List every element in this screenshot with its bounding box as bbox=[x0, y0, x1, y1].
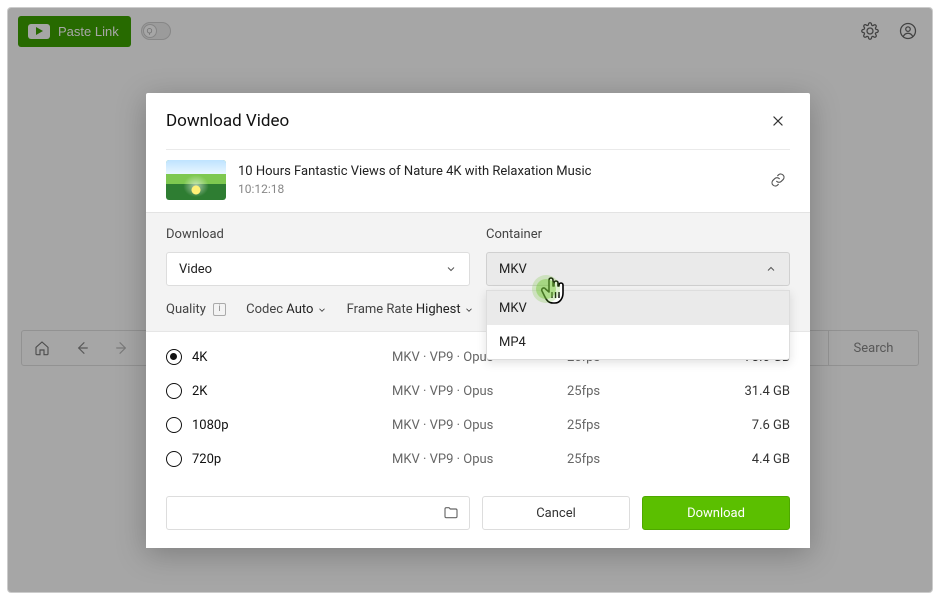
chevron-up-icon bbox=[765, 263, 777, 275]
download-type-label: Download bbox=[166, 227, 470, 242]
cancel-button[interactable]: Cancel bbox=[482, 496, 630, 530]
container-option-mkv[interactable]: MKV bbox=[487, 291, 789, 325]
video-info-row: 10 Hours Fantastic Views of Nature 4K wi… bbox=[146, 150, 810, 212]
video-link-button[interactable] bbox=[766, 168, 790, 192]
output-path-input[interactable] bbox=[166, 496, 470, 530]
download-modal: Download Video 10 Hours Fantastic Views … bbox=[146, 93, 810, 548]
container-dropdown: MKV MP4 bbox=[486, 290, 790, 360]
quality-row[interactable]: 720p MKV · VP9 · Opus 25fps 4.4 GB bbox=[166, 442, 790, 476]
chevron-down-icon bbox=[445, 263, 457, 275]
quality-row[interactable]: 1080p MKV · VP9 · Opus 25fps 7.6 GB bbox=[166, 408, 790, 442]
chevron-down-icon bbox=[464, 305, 474, 315]
main-window: Paste Link Search bbox=[7, 7, 933, 593]
download-button[interactable]: Download bbox=[642, 496, 790, 530]
modal-footer: Cancel Download bbox=[146, 484, 810, 548]
codec-filter[interactable]: Codec Auto bbox=[246, 302, 327, 317]
info-icon[interactable]: i bbox=[213, 303, 226, 316]
link-icon bbox=[770, 172, 786, 188]
video-title: 10 Hours Fantastic Views of Nature 4K wi… bbox=[238, 164, 754, 179]
close-button[interactable] bbox=[766, 109, 790, 133]
download-type-select[interactable]: Video bbox=[166, 252, 470, 286]
modal-title: Download Video bbox=[166, 111, 289, 131]
container-option-mp4[interactable]: MP4 bbox=[487, 325, 789, 359]
video-duration: 10:12:18 bbox=[238, 182, 754, 196]
quality-filter-label: Quality bbox=[166, 302, 206, 317]
container-select[interactable]: MKV bbox=[486, 252, 790, 286]
radio[interactable] bbox=[166, 383, 182, 399]
folder-icon bbox=[443, 505, 459, 521]
radio[interactable] bbox=[166, 451, 182, 467]
radio[interactable] bbox=[166, 349, 182, 365]
chevron-down-icon bbox=[317, 305, 327, 315]
framerate-filter[interactable]: Frame Rate Highest bbox=[347, 302, 474, 317]
quality-row[interactable]: 2K MKV · VP9 · Opus 25fps 31.4 GB bbox=[166, 374, 790, 408]
close-icon bbox=[771, 114, 785, 128]
options-panel: Download Video Container MKV MKV MP4 bbox=[146, 212, 810, 331]
video-thumbnail bbox=[166, 160, 226, 200]
container-label: Container bbox=[486, 227, 790, 242]
radio[interactable] bbox=[166, 417, 182, 433]
